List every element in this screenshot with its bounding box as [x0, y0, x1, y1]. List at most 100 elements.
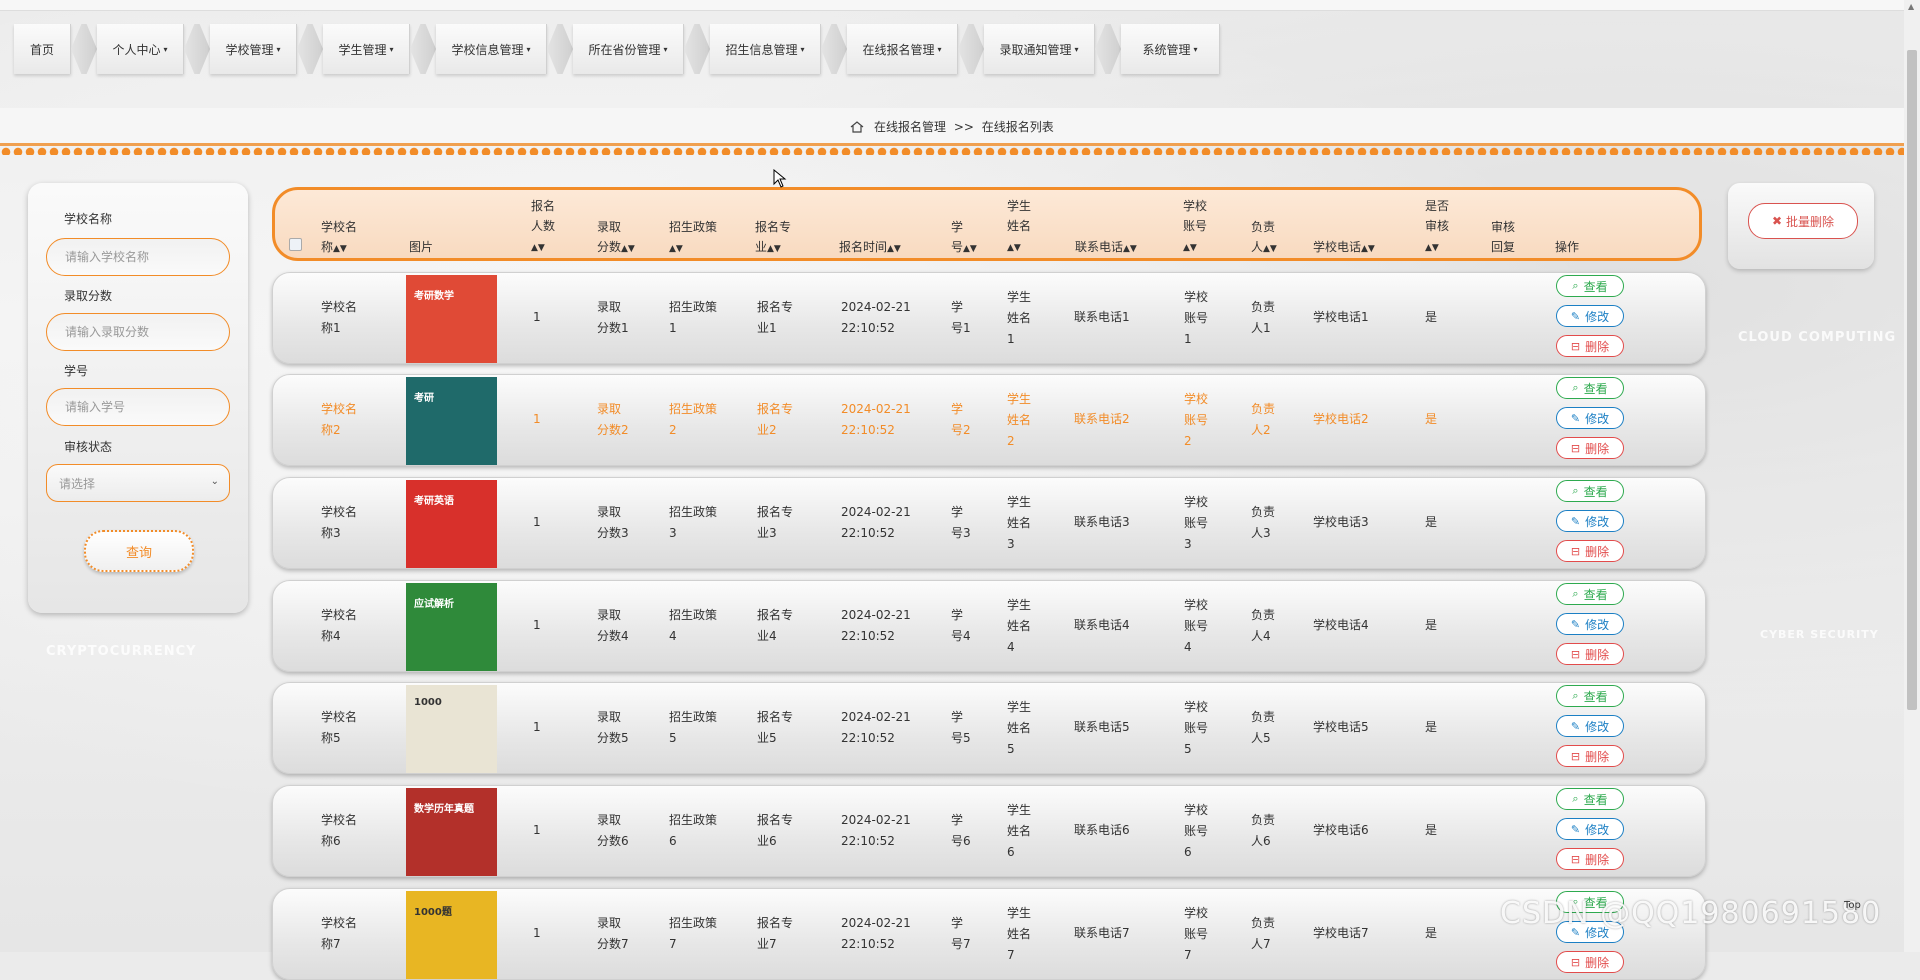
- th-stuname-line1: 学生: [1007, 199, 1032, 213]
- breadcrumb-parent[interactable]: 在线报名管理: [874, 120, 946, 134]
- delete-button[interactable]: ⊟ 删除: [1556, 951, 1624, 973]
- nav-item-5[interactable]: 所在省份管理 ▾: [573, 24, 684, 74]
- nav-item-9[interactable]: 系统管理 ▾: [1121, 24, 1220, 74]
- school-name-input[interactable]: [46, 238, 230, 276]
- cell-leader-line: 人2: [1251, 423, 1271, 437]
- cell-time: 2024-02-21 22:10:52: [841, 297, 911, 339]
- view-button[interactable]: ⌕ 查看: [1556, 788, 1624, 810]
- scrollbar[interactable]: ▲: [1904, 0, 1920, 952]
- batch-panel: ✖ 批量删除: [1728, 183, 1874, 269]
- edit-button[interactable]: ✎ 修改: [1556, 818, 1624, 840]
- delete-button[interactable]: ⊟ 删除: [1556, 848, 1624, 870]
- th-account-line1: 学校: [1183, 199, 1208, 213]
- book-cover-text: 1000: [414, 697, 442, 708]
- th-phone[interactable]: 联系电话▲▼: [1075, 237, 1137, 259]
- cell-account: 学校 账号 6: [1184, 800, 1208, 863]
- th-score[interactable]: 录取 分数▲▼: [597, 217, 635, 259]
- delete-button[interactable]: ⊟ 删除: [1556, 335, 1624, 357]
- th-audit[interactable]: 是否 审核 ▲▼: [1425, 196, 1449, 258]
- cell-school-line: 学校名: [321, 402, 358, 416]
- scroll-up-icon[interactable]: ▲: [1908, 2, 1914, 11]
- nav-item-8[interactable]: 录取通知管理 ▾: [984, 24, 1095, 74]
- edit-button[interactable]: ✎ 修改: [1556, 613, 1624, 635]
- mouse-cursor-icon: [773, 169, 787, 188]
- cell-stuno-line: 学: [951, 916, 964, 930]
- cell-stuno-line: 号7: [951, 937, 971, 951]
- cell-school-phone: 学校电话2: [1313, 412, 1369, 426]
- th-stuno[interactable]: 学号▲▼: [951, 217, 977, 259]
- cell-major-line: 业6: [757, 834, 777, 848]
- table-row[interactable]: 学校名 称7 1000题 1 录取 分数7 招生政策 7 报名专 业7 2024-02-21 22:1…: [272, 888, 1706, 980]
- cell-leader-line: 人3: [1251, 526, 1271, 540]
- back-to-top-link[interactable]: Top: [1844, 900, 1861, 911]
- sort-icon: ▲▼: [767, 244, 781, 254]
- table-row[interactable]: 学校名 称4 应试解析 1 录取 分数4 招生政策 4 报名专 业4 2024-02-21 22:10…: [272, 580, 1706, 672]
- delete-button-label: 删除: [1585, 955, 1610, 970]
- delete-button[interactable]: ⊟ 删除: [1556, 540, 1624, 562]
- th-stuname[interactable]: 学生 姓名 ▲▼: [1007, 196, 1031, 258]
- view-button-label: 查看: [1583, 689, 1608, 704]
- score-input[interactable]: [46, 313, 230, 351]
- cell-leader: 负责 人1: [1251, 297, 1275, 339]
- batch-delete-button[interactable]: ✖ 批量删除: [1748, 203, 1858, 239]
- cell-time-line: 2024-02-21: [841, 608, 911, 622]
- table-row[interactable]: 学校名 称3 考研英语 1 录取 分数3 招生政策 3 报名专 业3 2024-02-21 22:10…: [272, 477, 1706, 569]
- th-time[interactable]: 报名时间▲▼: [839, 237, 901, 259]
- scrollbar-thumb[interactable]: [1907, 50, 1917, 710]
- delete-button[interactable]: ⊟ 删除: [1556, 643, 1624, 665]
- nav-item-2[interactable]: 学校管理 ▾: [210, 24, 297, 74]
- cell-time-line: 2024-02-21: [841, 813, 911, 827]
- view-button[interactable]: ⌕ 查看: [1556, 275, 1624, 297]
- nav-item-4[interactable]: 学校信息管理 ▾: [436, 24, 547, 74]
- view-button[interactable]: ⌕ 查看: [1556, 480, 1624, 502]
- th-policy[interactable]: 招生政策 ▲▼: [669, 217, 717, 259]
- sort-icon: ▲▼: [1183, 243, 1197, 253]
- view-button[interactable]: ⌕ 查看: [1556, 685, 1624, 707]
- edit-button[interactable]: ✎ 修改: [1556, 305, 1624, 327]
- th-school[interactable]: 学校名 称▲▼: [321, 217, 357, 259]
- audit-status-select[interactable]: 请选择 ⌄: [46, 464, 230, 502]
- cell-major-line: 报名专: [757, 300, 794, 314]
- table-row[interactable]: 学校名 称6 数学历年真题 1 录取 分数6 招生政策 6 报名专 业6 2024-02-21 22:…: [272, 785, 1706, 877]
- th-school-phone[interactable]: 学校电话▲▼: [1313, 237, 1375, 259]
- nav-item-3[interactable]: 学生管理 ▾: [323, 24, 410, 74]
- nav-item-1[interactable]: 个人中心 ▾: [97, 24, 184, 74]
- cell-major: 报名专 业5: [757, 707, 793, 749]
- th-count[interactable]: 报名 人数 ▲▼: [531, 196, 555, 258]
- table-row[interactable]: 学校名 称2 考研 1 录取 分数2 招生政策 2 报名专 业2 2024-02-21 22:10:5…: [272, 374, 1706, 466]
- delete-button[interactable]: ⊟ 删除: [1556, 437, 1624, 459]
- bg-text-left: CRYPTOCURRENCY: [46, 644, 197, 659]
- delete-button[interactable]: ⊟ 删除: [1556, 745, 1624, 767]
- student-no-input[interactable]: [46, 388, 230, 426]
- cell-account-line: 账号: [1184, 619, 1209, 633]
- sort-icon: ▲▼: [1007, 243, 1021, 253]
- nav-item-6[interactable]: 招生信息管理 ▾: [710, 24, 821, 74]
- cell-stuno-line: 学: [951, 402, 964, 416]
- th-major[interactable]: 报名专 业▲▼: [755, 217, 791, 259]
- edit-button[interactable]: ✎ 修改: [1556, 715, 1624, 737]
- cell-account-line: 学校: [1184, 906, 1209, 920]
- cell-stuname-line: 姓名: [1007, 824, 1032, 838]
- view-button[interactable]: ⌕ 查看: [1556, 377, 1624, 399]
- cell-phone: 联系电话6: [1074, 823, 1130, 837]
- cell-policy-line: 招生政策: [669, 916, 718, 930]
- nav-item-0[interactable]: 首页: [14, 24, 71, 74]
- th-account[interactable]: 学校 账号 ▲▼: [1183, 196, 1207, 258]
- view-button-label: 查看: [1583, 792, 1608, 807]
- decorative-strip: [0, 143, 1904, 155]
- cell-account-line: 账号: [1184, 516, 1209, 530]
- edit-button[interactable]: ✎ 修改: [1556, 407, 1624, 429]
- view-button[interactable]: ⌕ 查看: [1556, 583, 1624, 605]
- select-all-checkbox[interactable]: [289, 238, 302, 251]
- close-icon: ✖: [1771, 214, 1783, 228]
- cell-policy-line: 4: [669, 629, 677, 643]
- cell-school-line: 称4: [321, 629, 341, 643]
- table-row[interactable]: 学校名 称5 1000 1 录取 分数5 招生政策 5 报名专 业5 2024-02-21 22:10…: [272, 682, 1706, 774]
- query-button[interactable]: 查询: [84, 530, 194, 572]
- nav-item-7[interactable]: 在线报名管理 ▾: [847, 24, 958, 74]
- table-row[interactable]: 学校名 称1 考研数学 1 录取 分数1 招生政策 1 报名专 业1 2024-02-21 22:10…: [272, 272, 1706, 364]
- th-leader[interactable]: 负责 人▲▼: [1251, 217, 1277, 259]
- book-cover-text: 应试解析: [414, 599, 454, 610]
- edit-button-label: 修改: [1585, 822, 1610, 837]
- edit-button[interactable]: ✎ 修改: [1556, 510, 1624, 532]
